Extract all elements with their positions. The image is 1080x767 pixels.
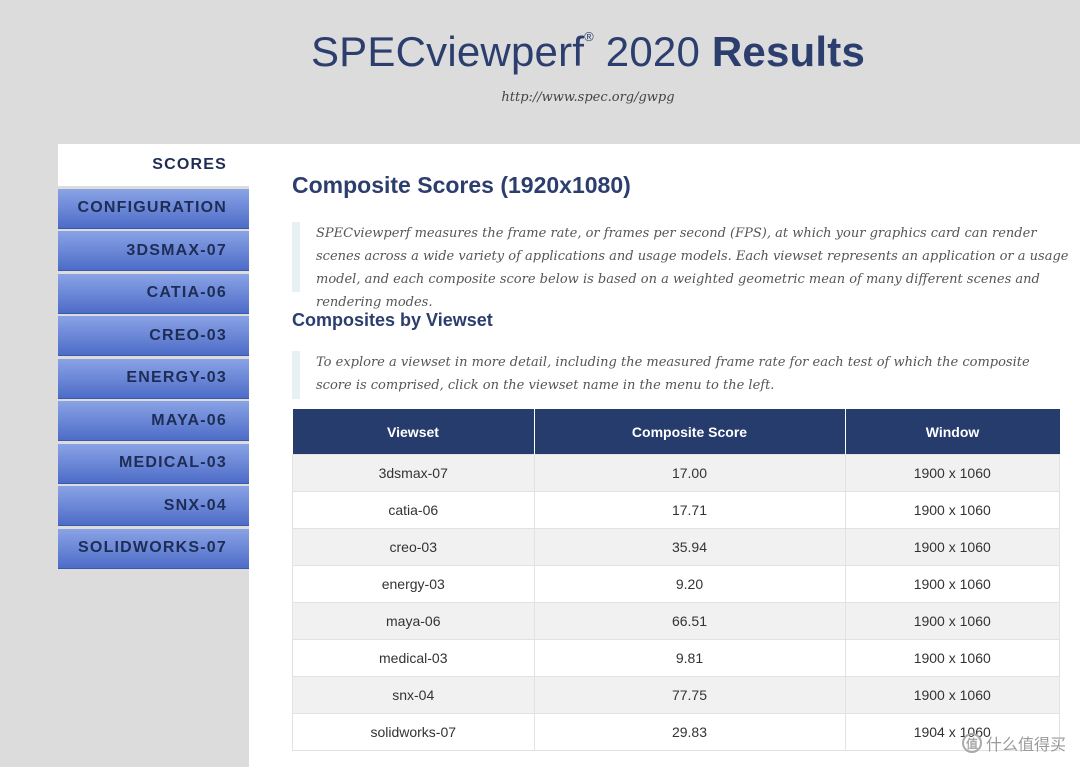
cell-score: 9.20 (533, 565, 846, 603)
cell-window: 1900 x 1060 (844, 491, 1060, 529)
sidebar-item-medical[interactable]: MEDICAL-03 (58, 443, 249, 484)
sidebar-nav: SCORES CONFIGURATION 3DSMAX-07 CATIA-06 … (58, 144, 249, 571)
table-row: maya-06 66.51 1900 x 1060 (292, 602, 1060, 640)
cell-window: 1900 x 1060 (844, 639, 1060, 677)
title-results: Results (711, 28, 866, 75)
sidebar-item-catia[interactable]: CATIA-06 (58, 273, 249, 314)
cell-window: 1900 x 1060 (844, 454, 1060, 492)
main-content: Composite Scores (1920x1080) SPECviewper… (249, 144, 1080, 767)
cell-score: 17.00 (533, 454, 846, 492)
cell-score: 35.94 (533, 528, 846, 566)
column-header-composite-score: Composite Score (534, 409, 846, 455)
site-url: http://www.spec.org/gwpg (501, 90, 675, 105)
cell-viewset: maya-06 (292, 602, 535, 640)
cell-viewset: creo-03 (292, 528, 535, 566)
table-row: energy-03 9.20 1900 x 1060 (292, 565, 1060, 603)
table-header-row: Viewset Composite Score Window (292, 409, 1060, 455)
watermark-text: 什么值得买 (985, 737, 1066, 754)
sidebar-item-maya[interactable]: MAYA-06 (58, 401, 249, 441)
table-row: snx-04 77.75 1900 x 1060 (292, 676, 1060, 714)
cell-viewset: catia-06 (292, 491, 535, 529)
composite-scores-table: Viewset Composite Score Window 3dsmax-07… (292, 409, 1060, 751)
table-row: catia-06 17.71 1900 x 1060 (292, 491, 1060, 529)
table-row: medical-03 9.81 1900 x 1060 (292, 639, 1060, 677)
cell-viewset: medical-03 (292, 639, 535, 677)
cell-score: 66.51 (533, 602, 846, 640)
table-row: creo-03 35.94 1900 x 1060 (292, 528, 1060, 566)
cell-viewset: energy-03 (292, 565, 535, 603)
cell-window: 1900 x 1060 (844, 602, 1060, 640)
watermark: 值 什么值得买 (961, 731, 1066, 755)
cell-viewset: snx-04 (292, 676, 535, 714)
cell-window: 1900 x 1060 (844, 528, 1060, 566)
column-header-viewset: Viewset (292, 409, 535, 455)
sidebar-item-solidworks[interactable]: SOLIDWORKS-07 (58, 528, 249, 569)
sidebar-item-snx[interactable]: SNX-04 (58, 486, 249, 526)
cell-score: 17.71 (533, 491, 846, 529)
title-main: SPECviewperf (310, 28, 585, 75)
watermark-logo-icon: 值 (961, 733, 982, 753)
composite-scores-heading: Composite Scores (1920x1080) (292, 172, 631, 198)
sidebar-item-configuration[interactable]: CONFIGURATION (58, 188, 249, 229)
cell-viewset: 3dsmax-07 (292, 454, 535, 492)
registered-mark: ® (584, 29, 594, 44)
page-title: SPECviewperf® 2020 Results (0, 28, 1080, 76)
cell-score: 29.83 (533, 713, 846, 751)
sidebar-item-scores[interactable]: SCORES (58, 144, 249, 186)
sidebar-item-creo[interactable]: CREO-03 (58, 316, 249, 356)
sidebar-item-3dsmax[interactable]: 3DSMAX-07 (58, 231, 249, 271)
table-row: 3dsmax-07 17.00 1900 x 1060 (292, 454, 1060, 492)
note-blockquote: To explore a viewset in more detail, inc… (292, 351, 1062, 399)
cell-window: 1900 x 1060 (844, 676, 1060, 714)
table-row: solidworks-07 29.83 1904 x 1060 (292, 713, 1060, 751)
column-header-window: Window (845, 409, 1060, 455)
cell-viewset: solidworks-07 (292, 713, 535, 751)
cell-score: 77.75 (533, 676, 846, 714)
intro-blockquote: SPECviewperf measures the frame rate, or… (292, 222, 1072, 310)
cell-score: 9.81 (533, 639, 846, 677)
composites-by-viewset-heading: Composites by Viewset (292, 310, 493, 330)
sidebar-item-energy[interactable]: ENERGY-03 (58, 358, 249, 399)
title-year: 2020 (605, 28, 701, 75)
cell-window: 1900 x 1060 (844, 565, 1060, 603)
